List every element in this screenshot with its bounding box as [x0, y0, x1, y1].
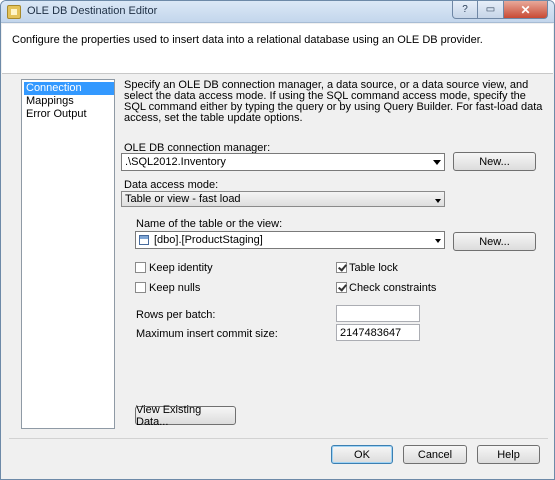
table-name-label: Name of the table or the view: [136, 218, 283, 230]
dialog-window: OLE DB Destination Editor ? ▭ ✕ Configur… [0, 0, 555, 480]
nav-item-mappings[interactable]: Mappings [24, 95, 76, 108]
chevron-down-icon [435, 199, 441, 203]
keep-nulls-label[interactable]: Keep nulls [149, 282, 200, 294]
keep-nulls-checkbox[interactable] [135, 282, 146, 293]
check-constraints-label[interactable]: Check constraints [349, 282, 436, 294]
table-name-value: [dbo].[ProductStaging] [154, 234, 263, 246]
table-lock-checkbox[interactable] [336, 262, 347, 273]
table-lock-label[interactable]: Table lock [349, 262, 398, 274]
package-icon [7, 5, 21, 19]
nav-item-connection-manager[interactable]: Connection Manager [24, 82, 114, 107]
navigation-panel: Connection Manager Mappings Error Output [21, 79, 115, 429]
chevron-down-icon [435, 239, 441, 243]
help-button[interactable]: Help [477, 445, 540, 464]
close-button[interactable]: ✕ [504, 1, 548, 19]
data-access-mode-value: Table or view - fast load [125, 193, 241, 205]
rows-per-batch-label: Rows per batch: [136, 309, 216, 321]
window-title: OLE DB Destination Editor [27, 5, 158, 17]
footer-divider [9, 438, 548, 439]
max-commit-size-value: 2147483647 [340, 327, 402, 339]
keep-identity-label[interactable]: Keep identity [149, 262, 213, 274]
connection-manager-value: .\SQL2012.Inventory [125, 156, 226, 168]
max-commit-size-label: Maximum insert commit size: [136, 328, 278, 340]
data-access-mode-label: Data access mode: [124, 179, 219, 191]
page-description: Specify an OLE DB connection manager, a … [124, 79, 543, 124]
header-panel: Configure the properties used to insert … [2, 24, 553, 74]
view-existing-data-button[interactable]: View Existing Data... [135, 404, 236, 428]
new-connection-button[interactable]: New... [453, 152, 536, 171]
header-description: Configure the properties used to insert … [12, 34, 483, 46]
title-bar: OLE DB Destination Editor ? ▭ ✕ [1, 1, 554, 23]
nav-item-error-output[interactable]: Error Output [24, 108, 89, 121]
table-icon [139, 235, 149, 245]
max-commit-size-input[interactable]: 2147483647 [336, 324, 420, 341]
table-name-select[interactable]: [dbo].[ProductStaging] [135, 231, 445, 249]
maximize-button[interactable]: ▭ [478, 1, 504, 19]
new-table-button[interactable]: New... [453, 232, 536, 251]
caption-buttons: ? ▭ ✕ [452, 1, 548, 19]
ok-button[interactable]: OK [331, 445, 393, 464]
maximize-icon: ▭ [485, 4, 496, 15]
help-caption-button[interactable]: ? [452, 1, 478, 19]
close-icon: ✕ [520, 2, 531, 17]
connection-manager-select[interactable]: .\SQL2012.Inventory [121, 153, 445, 171]
rows-per-batch-input[interactable] [336, 305, 420, 322]
cancel-button[interactable]: Cancel [403, 445, 467, 464]
chevron-down-icon [433, 160, 441, 165]
data-access-mode-select[interactable]: Table or view - fast load [121, 191, 445, 207]
question-icon: ? [462, 4, 468, 15]
check-constraints-checkbox[interactable] [336, 282, 347, 293]
keep-identity-checkbox[interactable] [135, 262, 146, 273]
